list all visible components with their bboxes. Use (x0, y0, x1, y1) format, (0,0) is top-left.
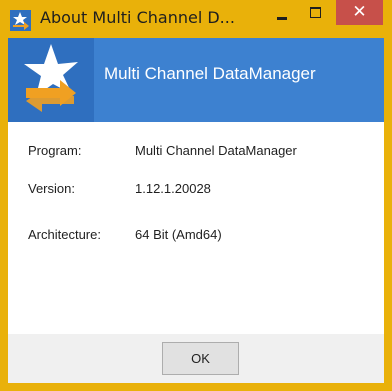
app-logo-icon (10, 10, 31, 31)
about-dialog-window: About Multi Channel D... ✕ Multi Channel… (0, 0, 392, 391)
banner-logo-tile (8, 38, 94, 122)
header-banner: Multi Channel DataManager (8, 38, 384, 122)
window-title: About Multi Channel D... (40, 8, 235, 27)
version-value: 1.12.1.20028 (135, 181, 211, 196)
title-bar[interactable]: About Multi Channel D... ✕ (0, 0, 392, 38)
maximize-button[interactable] (300, 0, 330, 25)
dialog-content: Multi Channel DataManager Program: Multi… (8, 38, 384, 383)
architecture-label: Architecture: (28, 227, 101, 242)
dialog-footer: OK (8, 334, 384, 383)
close-icon: ✕ (352, 2, 367, 22)
program-value: Multi Channel DataManager (135, 143, 297, 158)
minimize-button[interactable] (268, 0, 298, 25)
close-button[interactable]: ✕ (336, 0, 383, 25)
banner-title: Multi Channel DataManager (104, 64, 316, 83)
ok-button[interactable]: OK (162, 342, 239, 375)
program-label: Program: (28, 143, 82, 158)
app-logo-icon (24, 44, 78, 112)
version-label: Version: (28, 181, 75, 196)
architecture-value: 64 Bit (Amd64) (135, 227, 222, 242)
